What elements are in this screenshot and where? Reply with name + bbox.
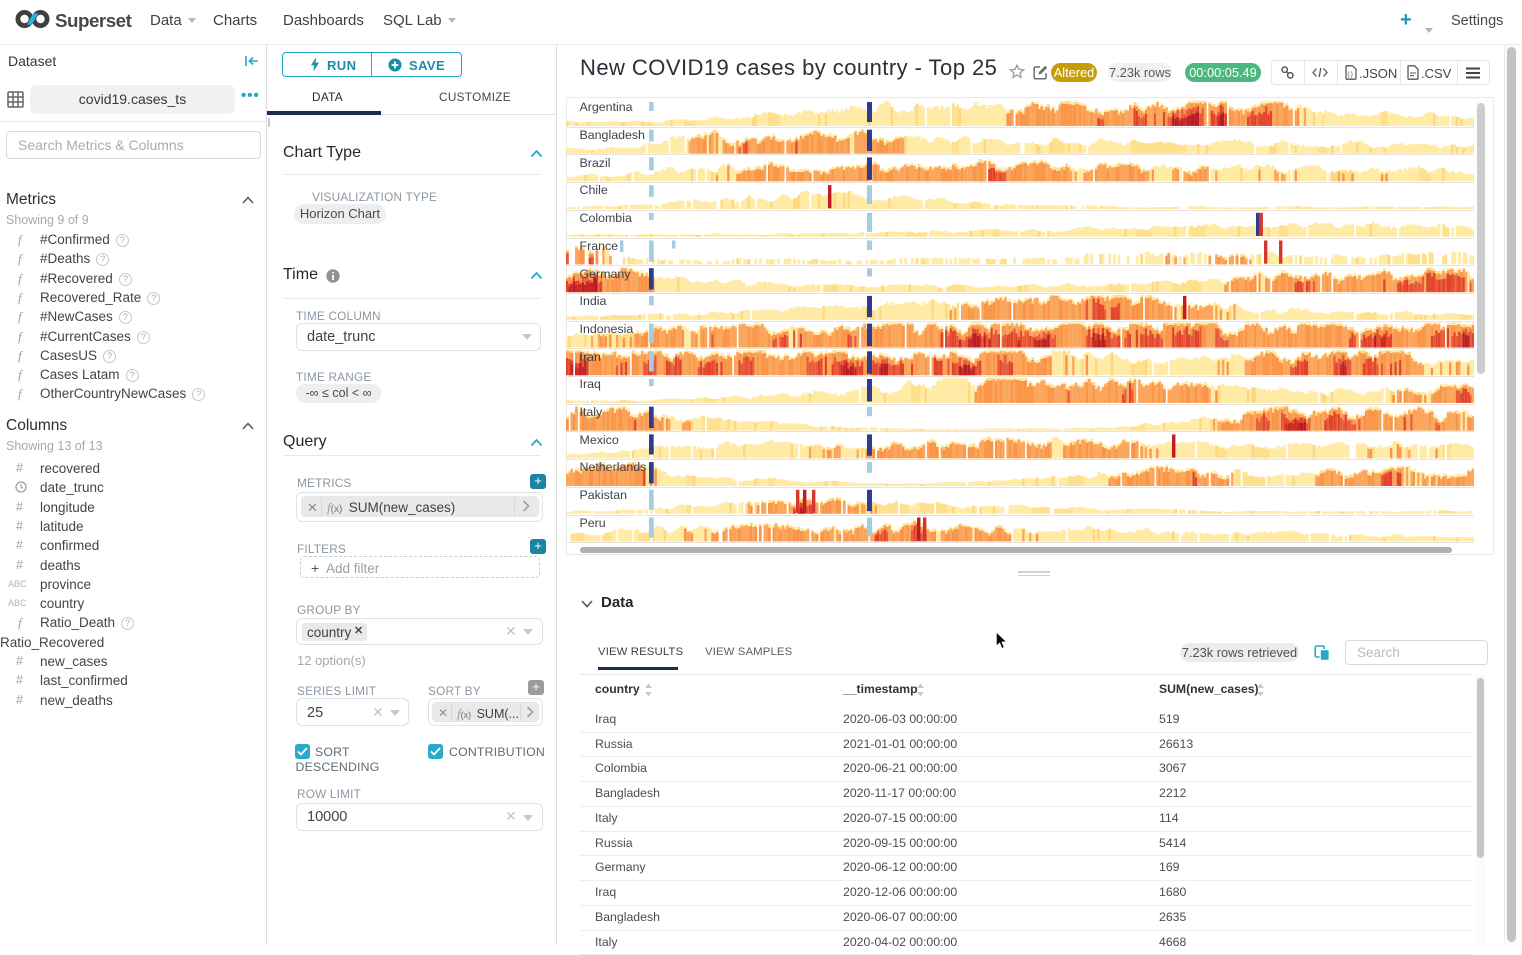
svg-text:{;}: {;} (1347, 72, 1353, 78)
